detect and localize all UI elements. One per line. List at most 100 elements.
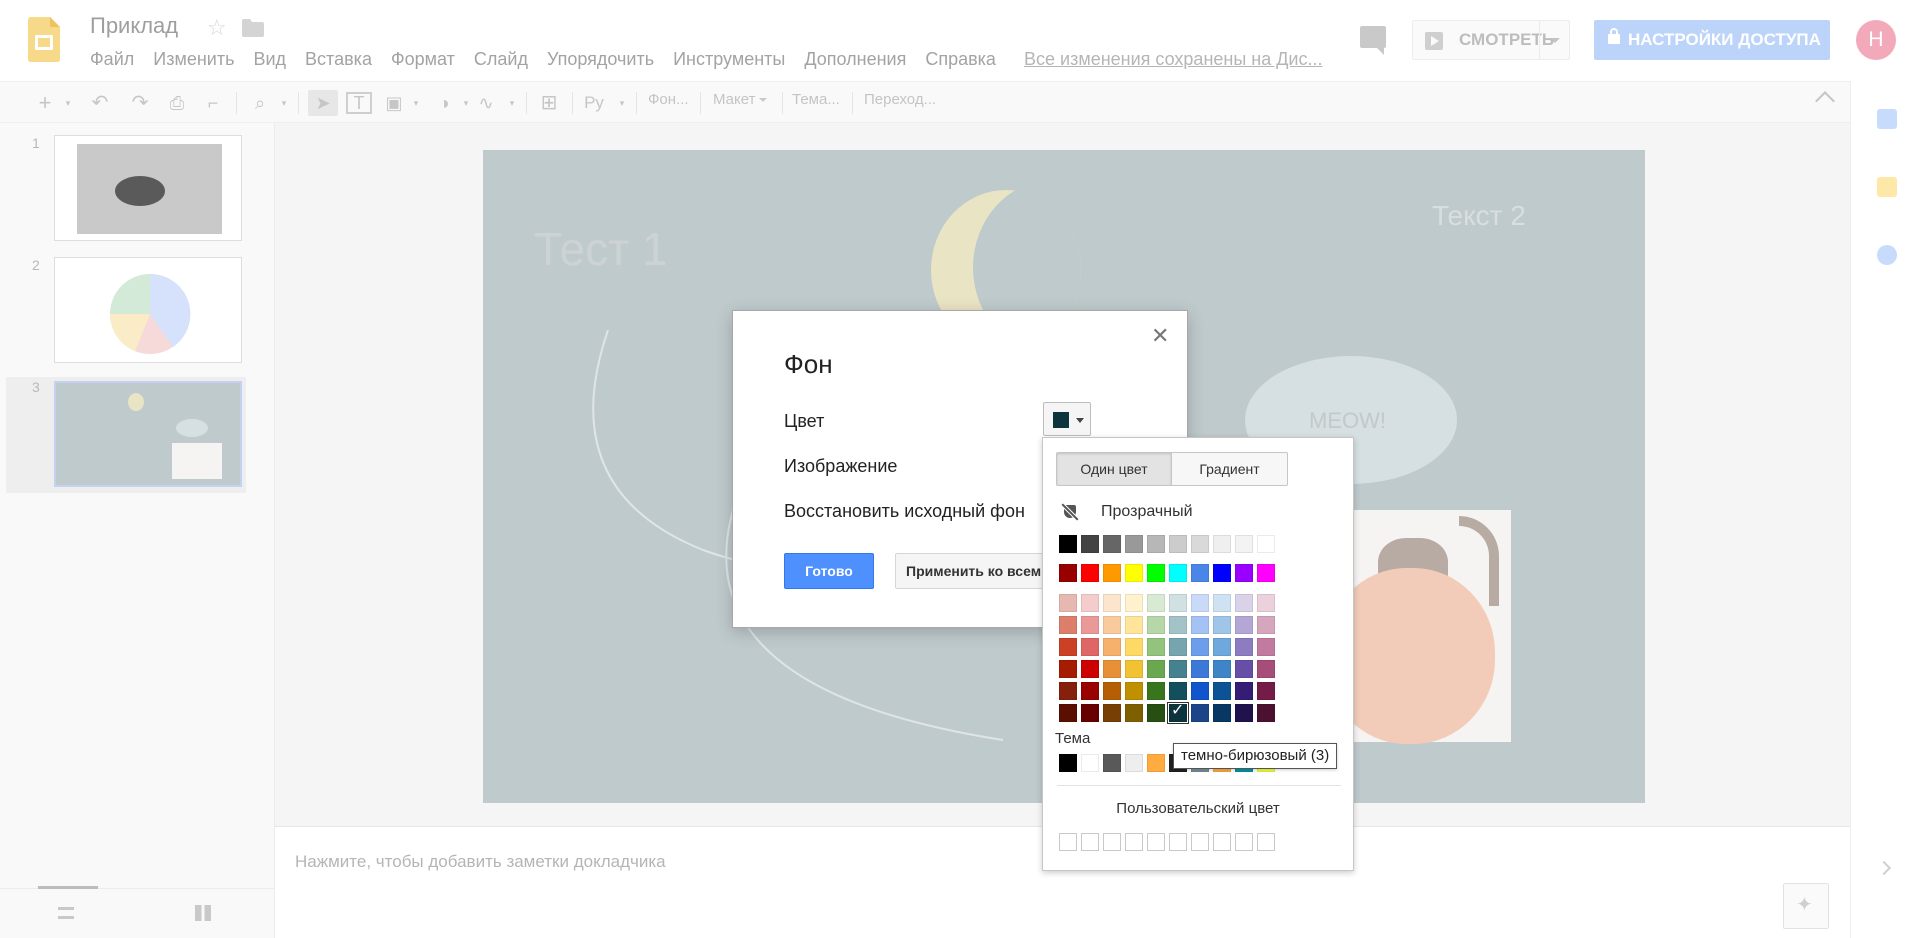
custom-color-slot[interactable] <box>1213 833 1231 851</box>
slide-text-box[interactable]: Текст 2 <box>1432 200 1526 232</box>
menu-view[interactable]: Вид <box>253 49 286 70</box>
speaker-notes-placeholder[interactable]: Нажмите, чтобы добавить заметки докладчи… <box>295 852 666 872</box>
color-swatch[interactable] <box>1081 535 1099 553</box>
apply-to-all-button[interactable]: Применить ко всем <box>895 553 1055 589</box>
color-swatch[interactable] <box>1169 660 1187 678</box>
color-swatch[interactable] <box>1081 638 1099 656</box>
menu-insert[interactable]: Вставка <box>305 49 372 70</box>
color-swatch[interactable] <box>1125 660 1143 678</box>
color-swatch[interactable] <box>1081 704 1099 722</box>
keep-icon[interactable] <box>1877 177 1897 197</box>
color-swatch[interactable] <box>1147 704 1165 722</box>
color-swatch[interactable] <box>1125 564 1143 582</box>
document-title[interactable]: Приклад <box>90 13 178 39</box>
layout-button[interactable]: Макет <box>713 91 768 108</box>
color-swatch[interactable] <box>1169 682 1187 700</box>
redo-icon[interactable]: ↷ <box>128 90 152 116</box>
reset-background-option[interactable]: Восстановить исходный фон <box>784 501 1025 522</box>
close-icon[interactable]: ✕ <box>1151 325 1169 347</box>
custom-color-slot[interactable] <box>1081 833 1099 851</box>
color-swatch[interactable] <box>1191 682 1209 700</box>
star-icon[interactable]: ☆ <box>207 15 227 41</box>
color-swatch[interactable] <box>1235 594 1253 612</box>
explore-icon[interactable] <box>1783 883 1829 929</box>
calendar-icon[interactable] <box>1877 109 1897 129</box>
color-swatch[interactable] <box>1147 535 1165 553</box>
color-swatch[interactable] <box>1235 682 1253 700</box>
color-swatch[interactable] <box>1191 594 1209 612</box>
color-picker-button[interactable] <box>1043 402 1091 436</box>
shape-dropdown-icon[interactable]: ▾ <box>460 90 472 116</box>
custom-color-slot[interactable] <box>1125 833 1143 851</box>
color-swatch[interactable] <box>1169 535 1187 553</box>
color-swatch[interactable] <box>1235 704 1253 722</box>
grid-view-icon[interactable] <box>195 905 211 921</box>
color-swatch[interactable] <box>1169 616 1187 634</box>
menu-format[interactable]: Формат <box>391 49 455 70</box>
theme-button[interactable]: Тема... <box>792 91 840 108</box>
color-swatch[interactable] <box>1213 638 1231 656</box>
done-button[interactable]: Готово <box>784 553 874 589</box>
menu-help[interactable]: Справка <box>925 49 996 70</box>
color-swatch[interactable] <box>1081 594 1099 612</box>
color-swatch[interactable] <box>1147 638 1165 656</box>
color-swatch[interactable] <box>1059 535 1077 553</box>
color-swatch[interactable] <box>1235 535 1253 553</box>
color-swatch[interactable] <box>1103 594 1121 612</box>
color-swatch[interactable] <box>1125 638 1143 656</box>
color-swatch[interactable] <box>1125 594 1143 612</box>
input-tools-button[interactable]: Ру <box>580 90 608 116</box>
color-swatch[interactable] <box>1257 682 1275 700</box>
share-button[interactable]: НАСТРОЙКИ ДОСТУПА <box>1594 20 1830 60</box>
color-swatch[interactable] <box>1213 660 1231 678</box>
color-swatch[interactable] <box>1125 535 1143 553</box>
tab-gradient[interactable]: Градиент <box>1172 452 1288 486</box>
color-swatch[interactable] <box>1125 754 1143 772</box>
color-swatch[interactable] <box>1081 564 1099 582</box>
present-options-dropdown[interactable] <box>1539 21 1569 59</box>
menu-tools[interactable]: Инструменты <box>673 49 785 70</box>
print-icon[interactable]: ⎙ <box>164 90 190 116</box>
color-swatch[interactable] <box>1191 616 1209 634</box>
color-swatch[interactable] <box>1257 594 1275 612</box>
shape-icon[interactable]: ◑ <box>432 90 456 116</box>
menu-addons[interactable]: Дополнения <box>804 49 906 70</box>
background-button[interactable]: Фон... <box>648 91 689 108</box>
color-swatch[interactable] <box>1147 564 1165 582</box>
color-swatch[interactable] <box>1081 660 1099 678</box>
color-swatch[interactable] <box>1257 535 1275 553</box>
insert-comment-icon[interactable]: ⊞ <box>536 90 562 116</box>
menu-arrange[interactable]: Упорядочить <box>547 49 654 70</box>
select-cursor-icon[interactable]: ➤ <box>308 90 338 116</box>
color-swatch[interactable] <box>1191 564 1209 582</box>
color-swatch[interactable] <box>1257 660 1275 678</box>
color-swatch[interactable] <box>1103 660 1121 678</box>
expand-panel-icon[interactable] <box>1876 860 1892 876</box>
color-swatch[interactable] <box>1191 535 1209 553</box>
color-swatch[interactable] <box>1103 754 1121 772</box>
custom-color-slot[interactable] <box>1257 833 1275 851</box>
color-swatch[interactable] <box>1235 616 1253 634</box>
color-swatch[interactable] <box>1191 660 1209 678</box>
line-icon[interactable]: ∿ <box>474 90 498 116</box>
account-avatar[interactable]: Н <box>1856 20 1896 60</box>
color-swatch[interactable] <box>1059 682 1077 700</box>
slides-logo-icon[interactable] <box>28 17 60 62</box>
tasks-icon[interactable] <box>1877 245 1897 265</box>
color-swatch[interactable] <box>1257 704 1275 722</box>
custom-color-slot[interactable] <box>1103 833 1121 851</box>
undo-icon[interactable]: ↶ <box>88 90 112 116</box>
color-swatch[interactable] <box>1125 616 1143 634</box>
color-swatch[interactable] <box>1191 704 1209 722</box>
custom-color-slot[interactable] <box>1059 833 1077 851</box>
color-swatch[interactable] <box>1103 638 1121 656</box>
comments-icon[interactable] <box>1360 26 1386 55</box>
slide-thumbnail-2[interactable] <box>54 257 242 363</box>
color-swatch[interactable] <box>1213 564 1231 582</box>
color-swatch[interactable] <box>1169 638 1187 656</box>
color-swatch[interactable] <box>1059 638 1077 656</box>
present-button[interactable]: СМОТРЕТЬ <box>1412 20 1570 60</box>
color-swatch[interactable] <box>1081 682 1099 700</box>
color-swatch[interactable] <box>1169 594 1187 612</box>
color-swatch[interactable] <box>1059 594 1077 612</box>
